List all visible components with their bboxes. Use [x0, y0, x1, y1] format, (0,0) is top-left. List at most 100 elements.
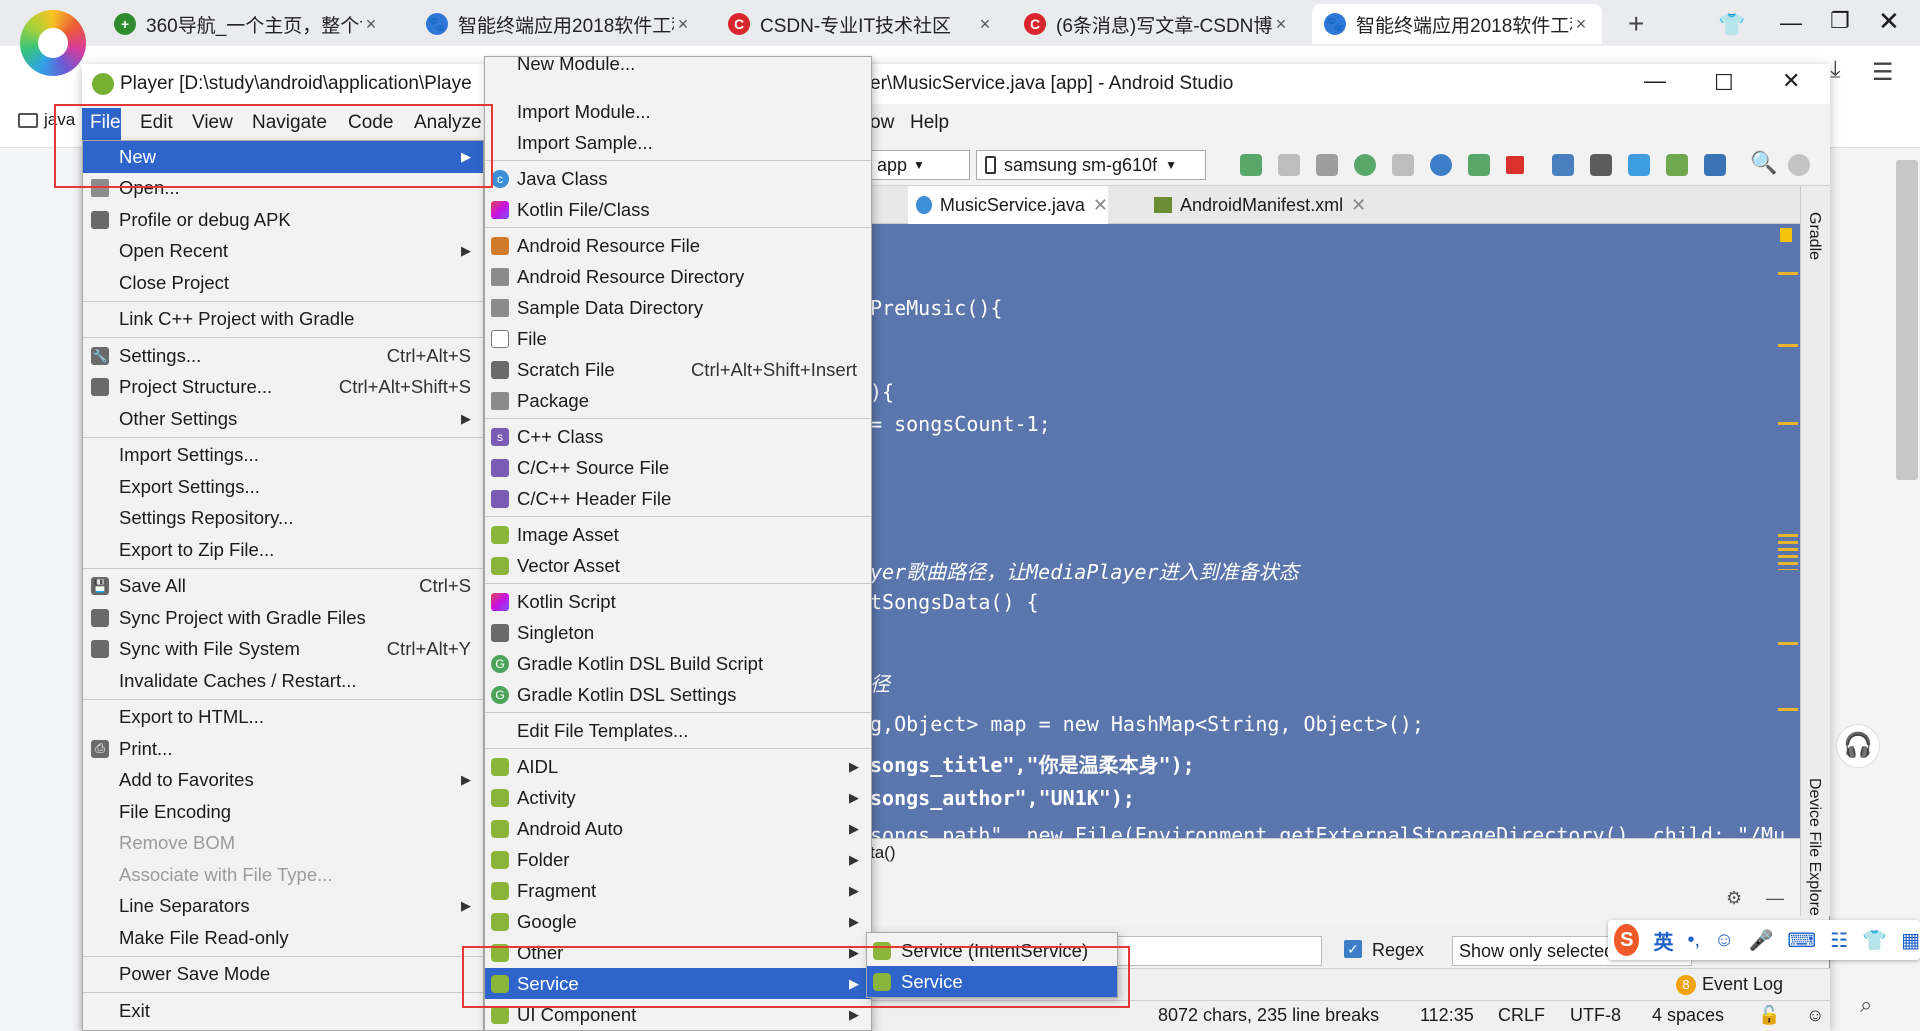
hide-icon[interactable]: — — [1766, 888, 1784, 909]
debug-icon[interactable] — [1354, 154, 1376, 176]
browser-tab[interactable]: +360导航_一个主页，整个世 × — [102, 4, 392, 44]
menu-item-export-to-zip-file[interactable]: Export to Zip File... — [83, 534, 483, 566]
emoji-icon[interactable]: ☺ — [1714, 929, 1734, 952]
menu-item-google[interactable]: Google ▶ — [485, 906, 871, 937]
menu-item-file-encoding[interactable]: File Encoding — [83, 796, 483, 828]
browser-tab[interactable]: C (6条消息)写文章-CSDN博 × — [1012, 4, 1302, 44]
warning-marker[interactable] — [1780, 228, 1792, 242]
menu-item-other-settings[interactable]: Other Settings ▶ — [83, 403, 483, 435]
lock-icon[interactable]: 🔓 — [1758, 1005, 1780, 1026]
menu-item-new-module[interactable]: New Module... — [485, 53, 871, 96]
microphone-icon[interactable]: 🎤 — [1748, 928, 1773, 953]
close-browser-icon[interactable]: ✕ — [1878, 6, 1900, 37]
close-tab-icon[interactable]: × — [1572, 14, 1590, 35]
bug-icon[interactable] — [1468, 154, 1490, 176]
menu-item-singleton[interactable]: Singleton — [485, 617, 871, 648]
menu-item-profile-or-debug-apk[interactable]: Profile or debug APK — [83, 204, 483, 236]
menu-item-export-settings[interactable]: Export Settings... — [83, 471, 483, 503]
device-select[interactable]: samsung sm-g610f ▼ — [976, 150, 1206, 180]
apply-changes-icon[interactable] — [1240, 154, 1262, 176]
menu-item-scratch-file[interactable]: Scratch File Ctrl+Alt+Shift+Insert — [485, 354, 871, 385]
menu-item-exit[interactable]: Exit — [83, 995, 483, 1027]
menu-item-print[interactable]: ⎙ Print... — [83, 733, 483, 765]
shirt-icon[interactable]: 👕 — [1718, 12, 1745, 38]
close-tab-icon[interactable]: × — [674, 14, 692, 35]
tab-android-manifest[interactable]: AndroidManifest.xml ✕ — [1148, 186, 1388, 224]
menu-item-aidl[interactable]: AIDL ▶ — [485, 751, 871, 782]
avd-icon[interactable] — [1590, 154, 1612, 176]
menu-item-open-recent[interactable]: Open Recent ▶ — [83, 236, 483, 268]
menu-icon[interactable]: ☰ — [1872, 58, 1894, 87]
apply-code-icon[interactable] — [1278, 154, 1300, 176]
punctuation-icon[interactable]: •, — [1687, 929, 1700, 952]
status-indent[interactable]: 4 spaces — [1652, 1005, 1724, 1026]
error-stripe-mark[interactable] — [1778, 344, 1798, 347]
menu-item-vector-asset[interactable]: Vector Asset — [485, 550, 871, 581]
menu-item-gradle-kotlin-dsl-build-script[interactable]: G Gradle Kotlin DSL Build Script — [485, 648, 871, 679]
grid-icon[interactable]: ▦ — [1901, 928, 1920, 953]
menu-item-edit-file-templates[interactable]: Edit File Templates... — [485, 715, 871, 746]
close-tab-icon[interactable]: × — [976, 14, 994, 35]
close-tab-icon[interactable]: × — [1272, 14, 1290, 35]
menu-item-close-project[interactable]: Close Project — [83, 267, 483, 299]
menu-item-settings-repository[interactable]: Settings Repository... — [83, 503, 483, 535]
close-tab-icon[interactable]: × — [362, 14, 380, 35]
status-position[interactable]: 112:35 — [1420, 1005, 1474, 1026]
menu-item-import-settings[interactable]: Import Settings... — [83, 440, 483, 472]
menu-item-android-auto[interactable]: Android Auto ▶ — [485, 813, 871, 844]
minimize-browser-icon[interactable]: — — [1780, 10, 1802, 36]
menu-window[interactable]: ow — [870, 112, 894, 134]
device-manager-icon[interactable] — [1666, 154, 1688, 176]
menu-item-fragment[interactable]: Fragment ▶ — [485, 875, 871, 906]
menu-item-c-c-source-file[interactable]: C/C++ Source File — [485, 452, 871, 483]
sdk-manager-icon[interactable] — [1704, 154, 1726, 176]
ime-mode[interactable]: 英 — [1653, 926, 1673, 955]
coverage-icon[interactable] — [1316, 154, 1338, 176]
menu-item-package[interactable]: Package — [485, 385, 871, 416]
menu-item-sync-with-file-system[interactable]: Sync with File System Ctrl+Alt+Y — [83, 634, 483, 666]
browser-tab[interactable]: 🐾 智能终端应用2018软件工程 × — [414, 4, 704, 44]
menu-item-power-save-mode[interactable]: Power Save Mode — [83, 959, 483, 991]
device-explorer-button[interactable]: Device File Explore — [1805, 778, 1823, 916]
attach-icon[interactable] — [1392, 154, 1414, 176]
status-line-separator[interactable]: CRLF — [1498, 1005, 1545, 1026]
settings-gear-icon[interactable]: ⚙ — [1726, 888, 1742, 909]
sync-gradle-icon[interactable] — [1628, 154, 1650, 176]
menu-item-link-c-project-with-gradle[interactable]: Link C++ Project with Gradle — [83, 304, 483, 336]
menu-item-sample-data-directory[interactable]: Sample Data Directory — [485, 292, 871, 323]
new-tab-button[interactable]: + — [1628, 8, 1644, 40]
user-icon[interactable] — [1788, 154, 1810, 176]
restore-browser-icon[interactable]: ❐ — [1830, 8, 1850, 34]
menu-item-file[interactable]: File — [485, 323, 871, 354]
breadcrumb[interactable]: ta() — [870, 838, 1800, 866]
minimize-icon[interactable]: — — [1644, 68, 1666, 94]
status-encoding[interactable]: UTF-8 — [1570, 1005, 1621, 1026]
menu-item-sync-project-with-gradle-files[interactable]: Sync Project with Gradle Files — [83, 602, 483, 634]
stop-icon[interactable] — [1506, 156, 1524, 174]
error-stripe-mark[interactable] — [1778, 422, 1798, 425]
error-stripe-mark[interactable] — [1778, 708, 1798, 711]
menu-item-settings[interactable]: 🔧 Settings... Ctrl+Alt+S — [83, 340, 483, 372]
skin-icon[interactable]: 👕 — [1862, 928, 1887, 953]
gradle-tool-button[interactable]: Gradle — [1805, 212, 1823, 260]
maximize-icon[interactable]: ☐ — [1714, 70, 1734, 96]
error-stripe-mark[interactable] — [1778, 534, 1798, 570]
menu-item-add-to-favorites[interactable]: Add to Favorites ▶ — [83, 765, 483, 797]
close-tab-icon[interactable]: ✕ — [1351, 195, 1366, 216]
tab-music-service[interactable]: MusicService.java ✕ — [908, 186, 1108, 224]
profile-icon[interactable] — [1430, 154, 1452, 176]
menu-item-import-module[interactable]: Import Module... — [485, 96, 871, 127]
menu-item-folder[interactable]: Folder ▶ — [485, 844, 871, 875]
menu-item-image-asset[interactable]: Image Asset — [485, 519, 871, 550]
menu-item-android-resource-directory[interactable]: Android Resource Directory — [485, 261, 871, 292]
page-scrollbar[interactable] — [1896, 160, 1918, 480]
menu-item-kotlin-script[interactable]: Kotlin Script — [485, 586, 871, 617]
menu-item-save-all[interactable]: 💾 Save All Ctrl+S — [83, 571, 483, 603]
ime-toolbar[interactable]: S 英 •, ☺ 🎤 ⌨ ☷ 👕 ▦ — [1608, 920, 1920, 960]
menu-item-kotlin-file-class[interactable]: Kotlin File/Class — [485, 194, 871, 225]
menu-item-export-to-html[interactable]: Export to HTML... — [83, 702, 483, 734]
menu-item-line-separators[interactable]: Line Separators ▶ — [83, 891, 483, 923]
menu-item-activity[interactable]: Activity ▶ — [485, 782, 871, 813]
tools-icon[interactable]: ☷ — [1830, 928, 1848, 953]
menu-item-java-class[interactable]: c Java Class — [485, 163, 871, 194]
